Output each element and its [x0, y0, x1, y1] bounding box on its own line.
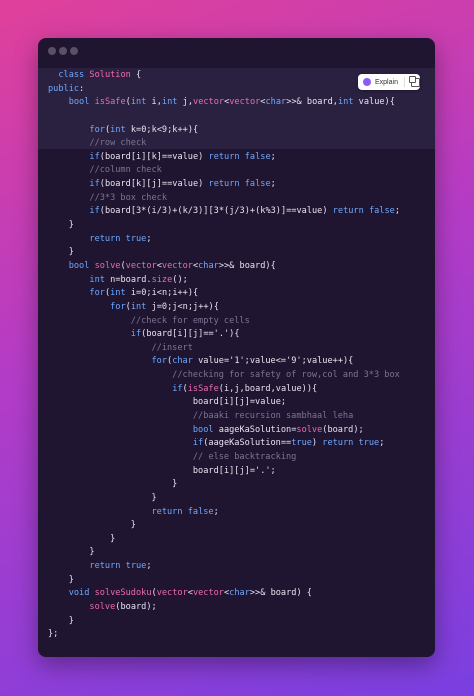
code-line: //checking for safety of row,col and 3*3… — [48, 370, 400, 381]
code-line: if(isSafe(i,j,board,value)){ — [172, 383, 318, 394]
window-dot-icon — [70, 47, 78, 55]
code-window: Explain class Solution {public: bool isS… — [38, 38, 435, 657]
code-line: if(board[3*(i/3)+(k/3)][3*(j/3)+(k%3)]==… — [89, 206, 401, 217]
copy-icon[interactable] — [408, 75, 420, 87]
code-line: //insert — [48, 342, 193, 353]
code-line: if(board[i][j]=='.'){ — [130, 329, 240, 340]
code-line: } — [48, 520, 136, 531]
code-line: //3*3 box check — [48, 192, 167, 203]
divider — [403, 77, 405, 87]
code-line: } — [48, 615, 74, 626]
code-line: } — [48, 220, 74, 231]
code-block[interactable]: class Solution { public: bool isSafe(int … — [48, 69, 400, 642]
code-line: public: — [48, 83, 85, 94]
code-line: //check for empty cells — [48, 315, 250, 326]
window-titlebar — [38, 38, 435, 64]
code-line: if(board[k][j]==value) return false; — [89, 179, 276, 190]
code-line: if(board[i][k]==value) return false; — [89, 151, 276, 162]
code-line: for(int j=0;j<n;j++){ — [110, 301, 219, 312]
code-line: bool aageKaSolution=solve(board); — [192, 424, 364, 435]
code-line: } — [48, 247, 74, 258]
code-line: return true; — [89, 233, 152, 244]
code-line: } — [48, 574, 74, 585]
code-line: bool isSafe(int i,int j,vector<vector<ch… — [68, 97, 395, 108]
code-line: solve(board); — [89, 601, 157, 612]
code-line: if(aageKaSolution==true) return true; — [192, 438, 385, 449]
code-line: bool solve(vector<vector<char>>& board){ — [68, 260, 276, 271]
code-line: return false; — [151, 506, 219, 517]
code-line: board[i][j]='.'; — [192, 465, 276, 476]
code-line: int n=board.size(); — [89, 274, 188, 285]
code-line: } — [48, 547, 95, 558]
code-line: //row check — [48, 138, 147, 149]
code-line: for(int i=0;i<n;i++){ — [89, 288, 199, 299]
code-line: board[i][j]=value; — [192, 397, 287, 408]
window-dot-icon — [59, 47, 67, 55]
code-line: void solveSudoku(vector<vector<char>>& b… — [68, 588, 312, 599]
code-line: } — [48, 533, 116, 544]
code-line: for(char value='1';value<='9';value++){ — [151, 356, 354, 367]
code-line: } — [48, 492, 157, 503]
code-line: // else backtracking — [48, 451, 297, 462]
code-line: //column check — [48, 165, 162, 176]
code-line: //baaki recursion sambhaal leha — [48, 411, 354, 422]
code-line: for(int k=0;k<9;k++){ — [89, 124, 199, 135]
code-line: } — [48, 479, 178, 490]
code-line: class Solution { — [58, 70, 142, 80]
code-line: return true; — [89, 561, 152, 572]
window-dot-icon — [48, 47, 56, 55]
code-line: }; — [48, 629, 59, 640]
